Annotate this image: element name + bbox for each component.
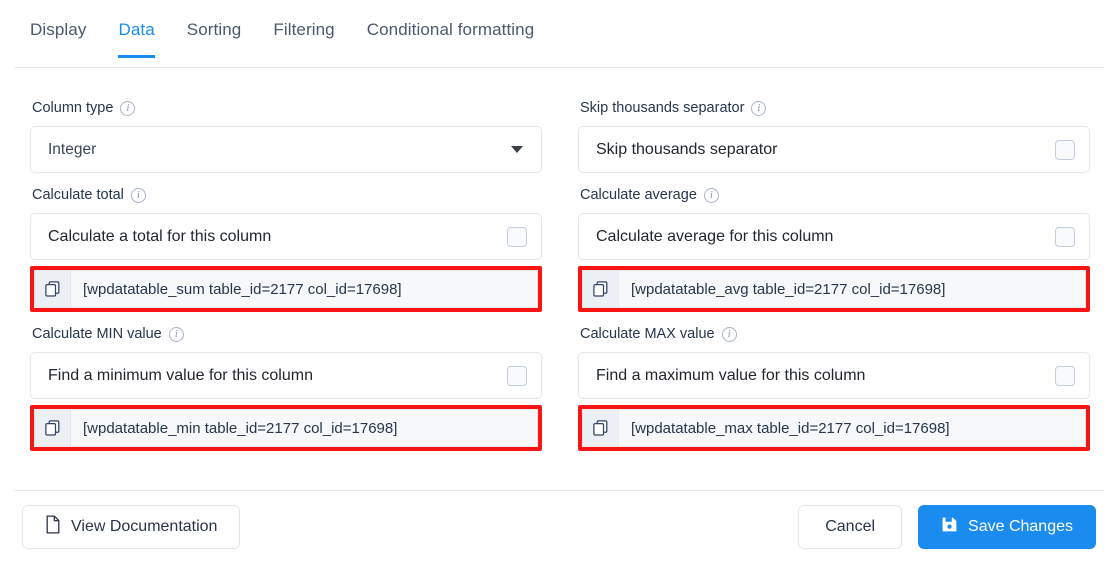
calculate-min-field: Calculate MIN value i Find a minimum val… <box>30 312 542 451</box>
cancel-button[interactable]: Cancel <box>798 505 903 549</box>
column-settings-panel: Display Data Sorting Filtering Condition… <box>0 0 1118 564</box>
calculate-average-label: Calculate average <box>580 187 697 203</box>
calculate-max-row[interactable]: Find a maximum value for this column <box>578 352 1090 399</box>
max-shortcode-highlight: [wpdatatable_max table_id=2177 col_id=17… <box>578 405 1090 451</box>
dialog-footer: View Documentation Cancel Save Changes <box>0 490 1118 564</box>
view-documentation-button[interactable]: View Documentation <box>22 505 241 549</box>
calculate-min-checkbox-label: Find a minimum value for this column <box>48 366 313 384</box>
calculate-average-checkbox-label: Calculate average for this column <box>596 227 834 245</box>
max-shortcode-field[interactable]: [wpdatatable_max table_id=2177 col_id=17… <box>582 409 1086 447</box>
calculate-average-row[interactable]: Calculate average for this column <box>578 213 1090 260</box>
copy-icon[interactable] <box>583 271 619 307</box>
tab-display[interactable]: Display <box>14 0 102 58</box>
calculate-total-label: Calculate total <box>32 187 124 203</box>
calculate-average-field: Calculate average i Calculate average fo… <box>578 173 1090 312</box>
data-tab-content: Column type i Integer Skip thousands sep… <box>0 68 1118 451</box>
info-icon[interactable]: i <box>751 100 767 116</box>
tab-sorting[interactable]: Sorting <box>171 0 258 58</box>
copy-icon[interactable] <box>583 410 619 446</box>
calculate-max-checkbox-label: Find a maximum value for this column <box>596 366 866 384</box>
calculate-max-label: Calculate MAX value <box>580 326 715 342</box>
save-changes-button[interactable]: Save Changes <box>918 505 1096 549</box>
cancel-label: Cancel <box>825 518 876 535</box>
calculate-min-row[interactable]: Find a minimum value for this column <box>30 352 542 399</box>
info-icon[interactable]: i <box>721 326 737 342</box>
calculate-max-label-row: Calculate MAX value i <box>580 325 1090 343</box>
avg-shortcode-field[interactable]: [wpdatatable_avg table_id=2177 col_id=17… <box>582 270 1086 308</box>
column-type-value: Integer <box>48 140 97 158</box>
calculate-total-label-row: Calculate total i <box>32 186 542 204</box>
tab-conditional-formatting[interactable]: Conditional formatting <box>351 0 551 58</box>
settings-tabs: Display Data Sorting Filtering Condition… <box>0 0 1118 68</box>
skip-thousands-checkbox-label: Skip thousands separator <box>596 140 778 158</box>
min-shortcode-field[interactable]: [wpdatatable_min table_id=2177 col_id=17… <box>34 409 538 447</box>
copy-icon[interactable] <box>35 271 71 307</box>
sum-shortcode-highlight: [wpdatatable_sum table_id=2177 col_id=17… <box>30 266 542 312</box>
document-icon <box>45 515 61 539</box>
calculate-total-checkbox-label: Calculate a total for this column <box>48 227 272 245</box>
tab-data[interactable]: Data <box>102 0 170 58</box>
calculate-total-row[interactable]: Calculate a total for this column <box>30 213 542 260</box>
calculate-average-label-row: Calculate average i <box>580 186 1090 204</box>
calculate-max-field: Calculate MAX value i Find a maximum val… <box>578 312 1090 451</box>
column-type-label: Column type <box>32 100 114 116</box>
skip-thousands-row[interactable]: Skip thousands separator <box>578 126 1090 173</box>
view-documentation-label: View Documentation <box>71 518 218 535</box>
min-shortcode-highlight: [wpdatatable_min table_id=2177 col_id=17… <box>30 405 542 451</box>
calculate-total-checkbox[interactable] <box>507 226 527 247</box>
calculate-average-checkbox[interactable] <box>1055 226 1075 247</box>
save-changes-label: Save Changes <box>968 518 1073 535</box>
column-type-label-row: Column type i <box>32 99 542 117</box>
info-icon[interactable]: i <box>120 100 136 116</box>
sum-shortcode-text: [wpdatatable_sum table_id=2177 col_id=17… <box>83 280 402 298</box>
copy-icon[interactable] <box>35 410 71 446</box>
footer-actions: Cancel Save Changes <box>798 505 1096 549</box>
calculate-min-label: Calculate MIN value <box>32 326 162 342</box>
save-disk-icon <box>941 516 958 538</box>
sum-shortcode-field[interactable]: [wpdatatable_sum table_id=2177 col_id=17… <box>34 270 538 308</box>
chevron-down-icon <box>511 146 523 153</box>
skip-thousands-checkbox[interactable] <box>1055 139 1075 160</box>
column-type-field: Column type i Integer <box>30 86 542 173</box>
avg-shortcode-highlight: [wpdatatable_avg table_id=2177 col_id=17… <box>578 266 1090 312</box>
calculate-max-checkbox[interactable] <box>1055 365 1075 386</box>
max-shortcode-text: [wpdatatable_max table_id=2177 col_id=17… <box>631 419 950 437</box>
skip-thousands-label-row: Skip thousands separator i <box>580 99 1090 117</box>
min-shortcode-text: [wpdatatable_min table_id=2177 col_id=17… <box>83 419 398 437</box>
info-icon[interactable]: i <box>130 187 146 203</box>
column-type-select[interactable]: Integer <box>30 126 542 173</box>
avg-shortcode-text: [wpdatatable_avg table_id=2177 col_id=17… <box>631 280 946 298</box>
info-icon[interactable]: i <box>703 187 719 203</box>
calculate-min-label-row: Calculate MIN value i <box>32 325 542 343</box>
skip-thousands-separator-field: Skip thousands separator i Skip thousand… <box>578 86 1090 173</box>
calculate-min-checkbox[interactable] <box>507 365 527 386</box>
skip-thousands-label: Skip thousands separator <box>580 100 745 116</box>
calculate-total-field: Calculate total i Calculate a total for … <box>30 173 542 312</box>
info-icon[interactable]: i <box>168 326 184 342</box>
tab-filtering[interactable]: Filtering <box>257 0 350 58</box>
